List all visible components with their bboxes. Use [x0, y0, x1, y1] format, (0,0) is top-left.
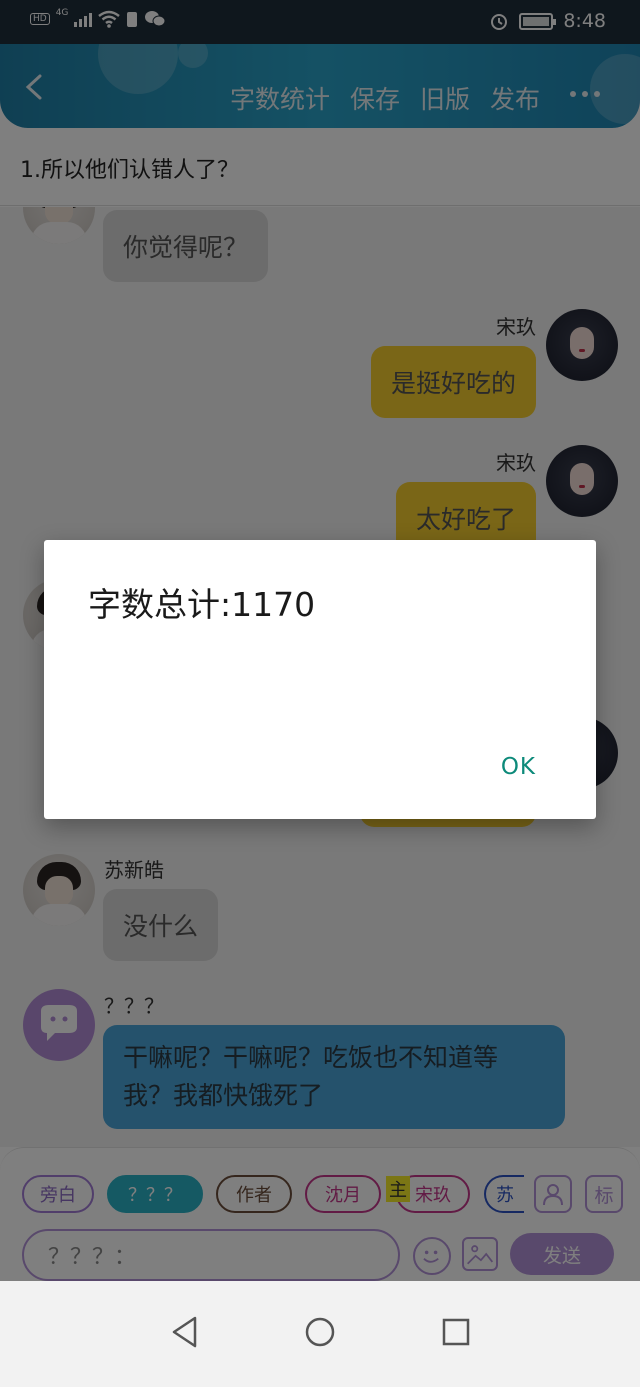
ok-button[interactable]: OK — [501, 754, 536, 780]
nav-back-icon[interactable] — [170, 1315, 200, 1349]
system-nav-bar — [0, 1281, 640, 1387]
dialog-message: 字数总计:1170 — [88, 585, 316, 624]
nav-home-icon[interactable] — [304, 1315, 336, 1349]
nav-recents-icon[interactable] — [441, 1315, 471, 1349]
word-count-dialog: 字数总计:1170 OK — [44, 540, 596, 819]
